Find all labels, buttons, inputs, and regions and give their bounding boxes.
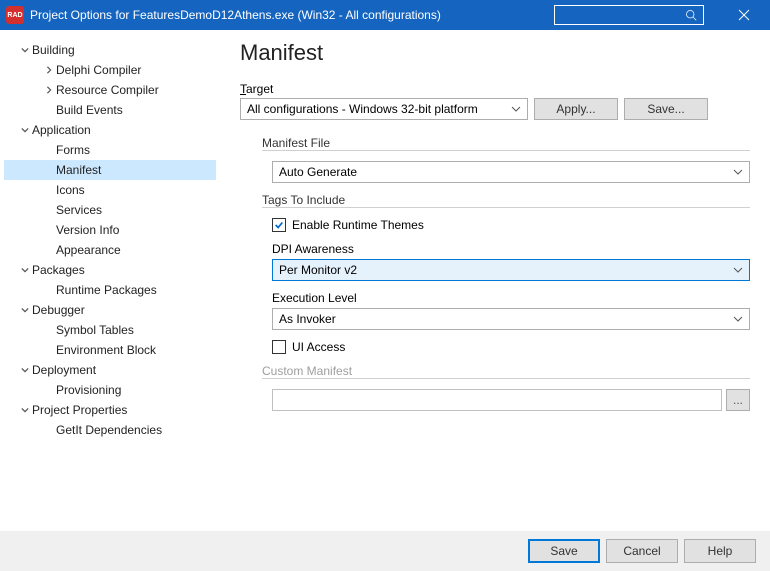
window-title: Project Options for FeaturesDemoD12Athen… xyxy=(30,8,441,22)
browse-button[interactable]: ... xyxy=(726,389,750,411)
tree-getit-dependencies[interactable]: GetIt Dependencies xyxy=(4,420,216,440)
search-icon xyxy=(685,9,697,21)
manifest-file-label: Manifest File xyxy=(262,136,750,150)
tree-build-events[interactable]: Build Events xyxy=(4,100,216,120)
tree-debugger[interactable]: Debugger xyxy=(4,300,216,320)
dpi-label: DPI Awareness xyxy=(272,242,750,256)
tree-appearance[interactable]: Appearance xyxy=(4,240,216,260)
tree-icons[interactable]: Icons xyxy=(4,180,216,200)
chevron-right-icon xyxy=(42,86,56,94)
chevron-right-icon xyxy=(42,66,56,74)
chevron-down-icon xyxy=(733,265,743,275)
main-panel: Manifest Target All configurations - Win… xyxy=(220,30,770,531)
tree-services[interactable]: Services xyxy=(4,200,216,220)
chevron-down-icon xyxy=(733,314,743,324)
dpi-select[interactable]: Per Monitor v2 xyxy=(272,259,750,281)
chevron-down-icon xyxy=(18,126,32,134)
chevron-down-icon xyxy=(18,46,32,54)
chevron-down-icon xyxy=(18,366,32,374)
tree-symbol-tables[interactable]: Symbol Tables xyxy=(4,320,216,340)
tree-application[interactable]: Application xyxy=(4,120,216,140)
close-button[interactable] xyxy=(724,0,764,30)
ui-access-checkbox[interactable] xyxy=(272,340,286,354)
chevron-down-icon xyxy=(18,406,32,414)
tags-label: Tags To Include xyxy=(262,193,750,207)
tree-delphi-compiler[interactable]: Delphi Compiler xyxy=(4,60,216,80)
dialog-footer: Save Cancel Help xyxy=(0,531,770,571)
target-select[interactable]: All configurations - Windows 32-bit plat… xyxy=(240,98,528,120)
exec-select[interactable]: As Invoker xyxy=(272,308,750,330)
exec-label: Execution Level xyxy=(272,291,750,305)
page-title: Manifest xyxy=(240,40,750,66)
titlebar: RAD Project Options for FeaturesDemoD12A… xyxy=(0,0,770,30)
chevron-down-icon xyxy=(733,167,743,177)
tree-forms[interactable]: Forms xyxy=(4,140,216,160)
tree-manifest[interactable]: Manifest xyxy=(4,160,216,180)
custom-manifest-input[interactable] xyxy=(272,389,722,411)
tree-project-properties[interactable]: Project Properties xyxy=(4,400,216,420)
close-icon xyxy=(738,9,750,21)
tree-provisioning[interactable]: Provisioning xyxy=(4,380,216,400)
enable-themes-checkbox[interactable] xyxy=(272,218,286,232)
custom-manifest-label: Custom Manifest xyxy=(262,364,750,378)
app-icon: RAD xyxy=(6,6,24,24)
tree-runtime-packages[interactable]: Runtime Packages xyxy=(4,280,216,300)
tree-resource-compiler[interactable]: Resource Compiler xyxy=(4,80,216,100)
enable-themes-label: Enable Runtime Themes xyxy=(292,218,424,232)
manifest-file-select[interactable]: Auto Generate xyxy=(272,161,750,183)
chevron-down-icon xyxy=(511,104,521,114)
tree-version-info[interactable]: Version Info xyxy=(4,220,216,240)
apply-button[interactable]: Apply... xyxy=(534,98,618,120)
cancel-button[interactable]: Cancel xyxy=(606,539,678,563)
save-button[interactable]: Save xyxy=(528,539,600,563)
save-as-button[interactable]: Save... xyxy=(624,98,708,120)
target-label: Target xyxy=(240,82,750,96)
tree-packages[interactable]: Packages xyxy=(4,260,216,280)
nav-tree: Building Delphi Compiler Resource Compil… xyxy=(0,30,220,531)
ui-access-label: UI Access xyxy=(292,340,345,354)
tree-building[interactable]: Building xyxy=(4,40,216,60)
search-input[interactable] xyxy=(554,5,704,25)
chevron-down-icon xyxy=(18,266,32,274)
tree-environment-block[interactable]: Environment Block xyxy=(4,340,216,360)
chevron-down-icon xyxy=(18,306,32,314)
help-button[interactable]: Help xyxy=(684,539,756,563)
tree-deployment[interactable]: Deployment xyxy=(4,360,216,380)
